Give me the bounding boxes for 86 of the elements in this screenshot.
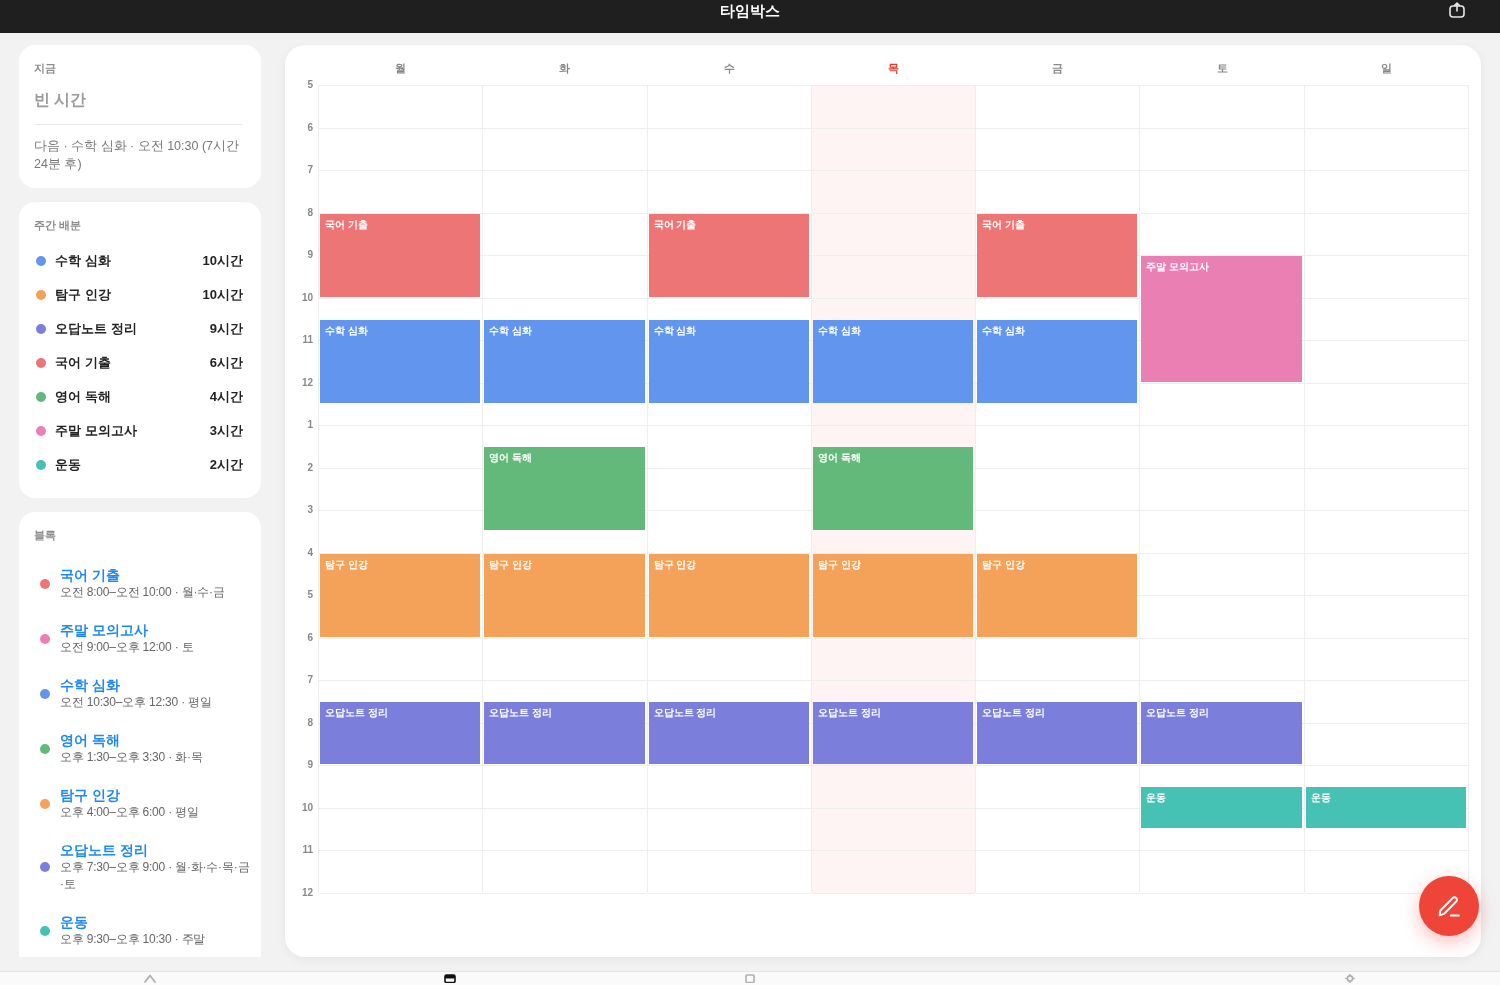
hour-label: 4	[307, 545, 313, 560]
hours-total: 10시간	[202, 252, 243, 270]
subject-name: 수학 심화	[55, 252, 112, 270]
subject-name: 영어 독해	[55, 388, 112, 406]
hour-label: 8	[307, 715, 313, 730]
block-title-link[interactable]: 주말 모의고사	[60, 621, 148, 639]
hour-label: 10	[301, 290, 313, 305]
hour-label: 2	[307, 460, 313, 475]
hour-label: 12	[301, 375, 313, 390]
day-label: 목	[887, 61, 899, 75]
hours-total: 3시간	[209, 422, 243, 440]
hours-total: 6시간	[209, 354, 243, 372]
hour-label: 9	[307, 758, 313, 772]
block-title-link[interactable]: 영어 독해	[60, 731, 120, 749]
calendar-event[interactable]: 국어 기출	[977, 213, 1138, 297]
calendar-event[interactable]: 국어 기출	[648, 213, 809, 297]
hour-label: 6	[307, 630, 313, 645]
hour-label: 11	[302, 333, 313, 347]
hours-total: 10시간	[202, 286, 243, 304]
calendar-event[interactable]: 주말 모의고사	[1141, 256, 1302, 382]
day-label: 일	[1381, 61, 1393, 75]
calendar-event[interactable]: 오답노트 정리	[1141, 702, 1302, 764]
day-label: 금	[1052, 61, 1064, 75]
calendar-event[interactable]: 영어 독해	[484, 447, 645, 531]
day-label: 월	[394, 61, 406, 75]
subject-name: 오답노트 정리	[55, 320, 138, 338]
hour-label: 10	[301, 800, 313, 815]
calendar-event[interactable]: 탐구 인강	[977, 553, 1138, 637]
block-detail: 오후 7:30–오후 9:00 · 월·화·수·목·금·토	[60, 859, 251, 893]
hour-label: 6	[307, 120, 313, 135]
calendar-event[interactable]: 수학 심화	[648, 319, 809, 403]
calendar-event[interactable]: 오답노트 정리	[977, 702, 1138, 764]
hour-label: 8	[307, 205, 313, 220]
hour-label: 7	[307, 673, 313, 687]
share-icon[interactable]	[1449, 2, 1465, 18]
calendar-event[interactable]: 수학 심화	[977, 319, 1138, 403]
app-title: 타임박스	[720, 2, 780, 20]
hour-label: 3	[307, 503, 313, 517]
day-label: 화	[559, 61, 571, 75]
calendar-event[interactable]: 수학 심화	[320, 319, 481, 403]
hour-label: 9	[307, 248, 313, 262]
calendar-event[interactable]: 오답노트 정리	[484, 702, 645, 764]
subject-name: 운동	[55, 456, 82, 474]
calendar-event[interactable]: 오답노트 정리	[320, 702, 481, 764]
hour-label: 11	[302, 843, 313, 857]
calendar-event[interactable]: 수학 심화	[812, 319, 974, 403]
block-title-link[interactable]: 수학 심화	[60, 676, 120, 694]
calendar-event[interactable]: 탐구 인강	[648, 553, 809, 637]
next-block-text: 다음 · 수학 심화 · 오전 10:30 (7시간 24분 후)	[34, 138, 241, 173]
calendar-event[interactable]: 운동	[1305, 787, 1466, 828]
calendar-event[interactable]: 탐구 인강	[320, 553, 481, 637]
calendar-event[interactable]: 영어 독해	[812, 447, 974, 531]
calendar-event[interactable]: 오답노트 정리	[812, 702, 974, 764]
hours-total: 9시간	[209, 320, 243, 338]
subject-name: 주말 모의고사	[55, 422, 138, 440]
block-title-link[interactable]: 국어 기출	[60, 566, 120, 584]
block-title-link[interactable]: 운동	[60, 913, 88, 931]
block-detail: 오후 9:30–오후 10:30 · 주말	[60, 931, 206, 948]
block-detail: 오전 8:00–오전 10:00 · 월·수·금	[60, 584, 225, 601]
hours-total: 2시간	[209, 456, 243, 474]
block-detail: 오전 9:00–오후 12:00 · 토	[60, 639, 194, 656]
now-status: 빈 시간	[34, 90, 88, 110]
hour-label: 1	[307, 418, 313, 432]
hour-label: 7	[307, 163, 313, 177]
subject-name: 국어 기출	[55, 354, 112, 372]
block-title-link[interactable]: 오답노트 정리	[60, 841, 148, 859]
block-detail: 오후 4:00–오후 6:00 · 평일	[60, 804, 199, 821]
section-label: 주간 배분	[34, 218, 83, 232]
subject-name: 탐구 인강	[55, 286, 112, 304]
section-label: 지금	[34, 61, 57, 75]
block-detail: 오전 10:30–오후 12:30 · 평일	[60, 694, 212, 711]
section-label: 블록	[34, 528, 57, 542]
hour-label: 5	[307, 78, 313, 92]
block-detail: 오후 1:30–오후 3:30 · 화·목	[60, 749, 203, 766]
calendar-event[interactable]: 오답노트 정리	[648, 702, 809, 764]
calendar-event[interactable]: 수학 심화	[484, 319, 645, 403]
hours-total: 4시간	[209, 388, 243, 406]
block-title-link[interactable]: 탐구 인강	[60, 786, 120, 804]
calendar-event[interactable]: 탐구 인강	[484, 553, 645, 637]
calendar-event[interactable]: 운동	[1141, 787, 1302, 828]
calendar-event[interactable]: 국어 기출	[320, 213, 481, 297]
hour-label: 5	[307, 588, 313, 602]
day-label: 토	[1216, 61, 1228, 75]
day-label: 수	[723, 61, 735, 75]
calendar-event[interactable]: 탐구 인강	[812, 553, 974, 637]
hour-label: 12	[301, 885, 313, 900]
